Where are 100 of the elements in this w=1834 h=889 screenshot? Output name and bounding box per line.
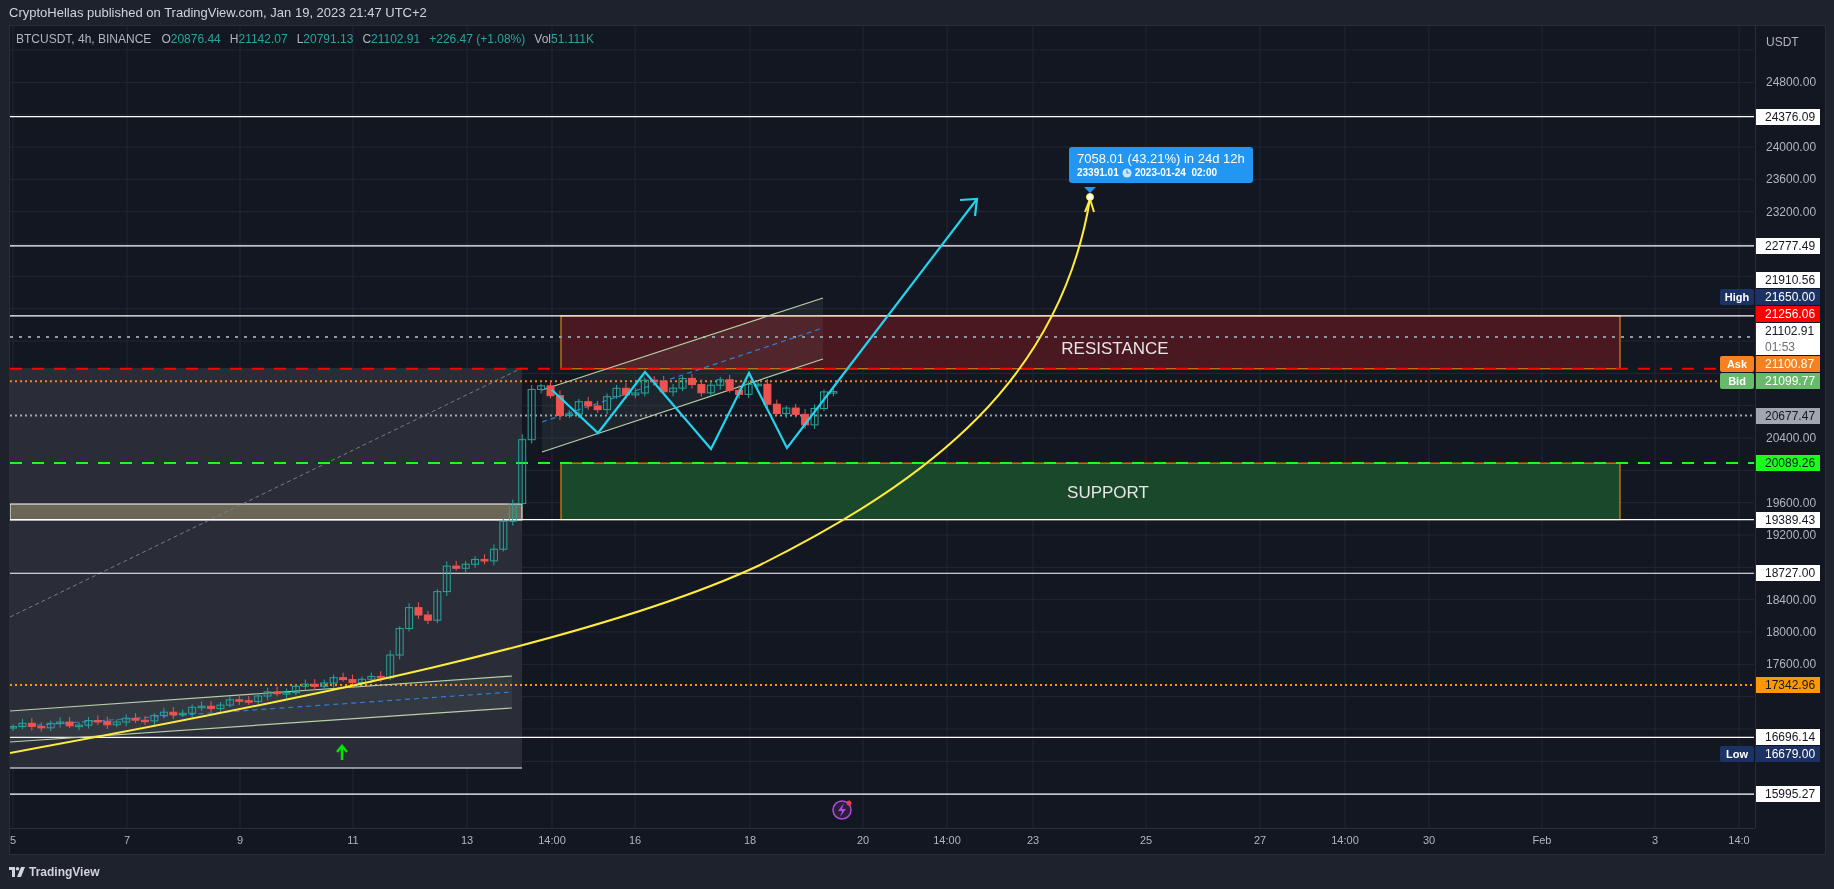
price-tag: 16696.14 <box>1756 729 1820 746</box>
candle <box>131 712 140 724</box>
candle <box>367 672 376 684</box>
time-label: Feb <box>1532 834 1552 846</box>
candle <box>725 374 734 394</box>
ohlc-value: 20791.13 <box>303 32 354 46</box>
time-label: 7 <box>123 834 131 846</box>
time-label: 14:0 <box>1728 834 1750 846</box>
price-tag-label: High <box>1720 289 1754 306</box>
lightning-icon <box>832 800 852 820</box>
price-tag: 15995.27 <box>1756 786 1820 803</box>
price-tag: 21650.00 <box>1756 289 1820 306</box>
candle <box>320 678 329 690</box>
price-tag: 19389.43 <box>1756 511 1820 528</box>
brand-text: TradingView <box>29 864 100 879</box>
price-tick: 18400.00 <box>1766 592 1817 607</box>
currency-label: USDT <box>1766 35 1799 49</box>
time-label: 13 <box>460 834 474 846</box>
price-tick: 24800.00 <box>1766 75 1817 90</box>
price-tag: 20677.47 <box>1756 407 1820 424</box>
volume-label: Vol <box>534 32 551 46</box>
time-label: 23 <box>1026 834 1040 846</box>
candle <box>216 701 225 714</box>
price-tick: 23600.00 <box>1766 172 1817 187</box>
ohlc-label: L <box>296 32 304 46</box>
clock-icon <box>1121 167 1132 178</box>
candle <box>687 373 696 390</box>
candle <box>46 720 55 732</box>
candle <box>84 716 93 729</box>
ohlc-value: 21142.07 <box>238 32 288 46</box>
price-tick: 17600.00 <box>1766 657 1817 672</box>
zone-label: SUPPORT <box>1067 483 1149 503</box>
price-tick: 23200.00 <box>1766 204 1817 219</box>
candle <box>461 560 470 573</box>
candle <box>235 694 244 706</box>
candle <box>27 717 36 731</box>
logo-icon <box>9 866 25 877</box>
countdown-text: 01:53 <box>1765 339 1797 356</box>
projection-text: 7058.01 (43.21%) in 24d 12h <box>1077 151 1245 166</box>
price-tag: 21910.56 <box>1756 272 1820 289</box>
publisher-text: CryptoHellas published on TradingView.com, Jan 19, 2023 21:47 UTC+2 <box>9 5 427 20</box>
candle <box>782 405 791 419</box>
candle <box>273 686 282 697</box>
price-value: 21102.91 <box>1765 323 1816 340</box>
candle <box>716 376 725 391</box>
price-tag: 21256.06 <box>1756 306 1820 323</box>
candle <box>471 555 480 569</box>
candle <box>244 695 253 706</box>
candle <box>669 383 678 397</box>
ohlc-value: 20876.44 <box>170 32 221 46</box>
candle <box>197 700 206 712</box>
candle <box>103 716 112 730</box>
volume-value: 51.111K <box>551 32 594 46</box>
price-tick: 20400.00 <box>1766 431 1817 445</box>
time-label: 14:00 <box>933 834 961 846</box>
price-tag: 20089.26 <box>1756 455 1820 472</box>
candle <box>207 700 216 713</box>
candle <box>584 396 593 411</box>
ohlc-label: O <box>161 32 171 46</box>
candle <box>395 625 404 660</box>
time-label: 27 <box>1253 834 1267 846</box>
time-label: 18 <box>743 834 757 846</box>
symbol-text: BTCUSDT, 4h, BINANCE <box>16 32 152 46</box>
candle <box>357 675 366 687</box>
price-tag: 24376.09 <box>1756 108 1820 125</box>
time-label: 20 <box>856 834 870 846</box>
projection-price: 23391.01 <box>1077 167 1119 178</box>
price-tag: 17342.96 <box>1756 677 1820 694</box>
time-label: 30 <box>1422 834 1436 846</box>
ohlc-label: C <box>362 32 372 46</box>
time-label: 14:00 <box>1331 834 1359 846</box>
candle <box>65 716 74 729</box>
candle <box>150 712 159 726</box>
time-label: 14:00 <box>538 834 566 846</box>
candle <box>291 683 300 696</box>
callout-pointer <box>1084 187 1096 193</box>
projection-time: 2023-01-24 02:00 <box>1134 167 1217 178</box>
price-tag: 21100.87 <box>1756 356 1820 373</box>
candle <box>301 679 310 691</box>
candle <box>329 674 338 688</box>
candle <box>735 384 744 400</box>
ohlc-label: H <box>229 32 239 46</box>
price-tag: 18727.00 <box>1756 565 1820 582</box>
price-tag-label: Low <box>1720 746 1754 763</box>
price-tag-label: Ask <box>1720 356 1754 373</box>
time-label: 25 <box>1139 834 1153 846</box>
ohlc-value: 21102.91 <box>371 32 421 46</box>
candle <box>37 722 46 733</box>
candle <box>678 375 687 392</box>
price-tag: 21099.77 <box>1756 373 1820 390</box>
time-label: 5 <box>9 834 17 846</box>
price-tag: 16679.00 <box>1756 746 1820 763</box>
time-label: 9 <box>236 834 244 846</box>
candle <box>122 713 131 727</box>
candle <box>310 678 319 691</box>
price-tag-label: Bid <box>1720 373 1754 390</box>
candle <box>225 695 234 708</box>
candle <box>56 716 65 729</box>
price-tag: 22777.49 <box>1756 237 1820 254</box>
price-tick: 19200.00 <box>1766 528 1817 542</box>
